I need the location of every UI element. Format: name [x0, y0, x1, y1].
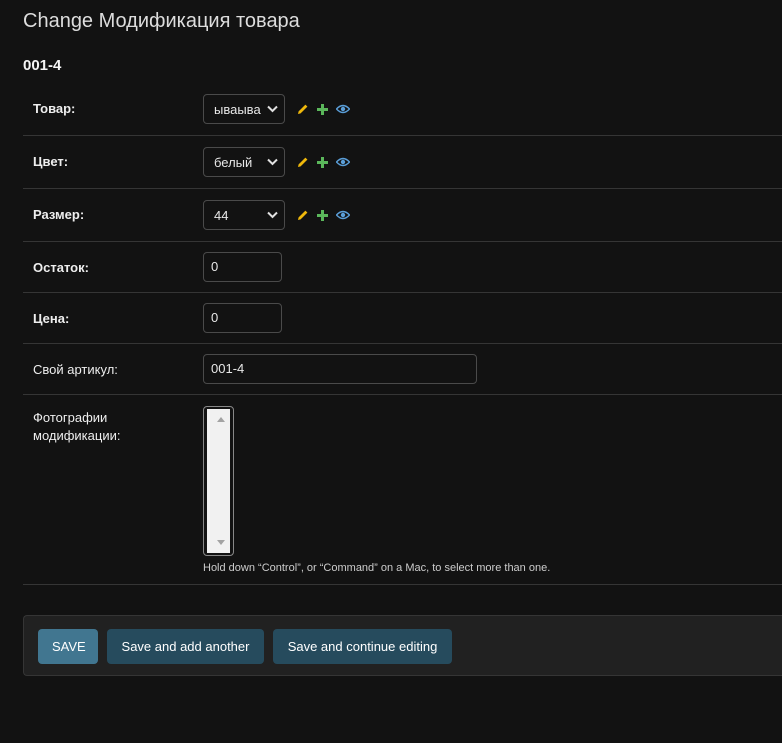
plus-icon[interactable] [317, 103, 328, 115]
field-row-size: Размер: 44 [23, 189, 782, 242]
chevron-down-icon [267, 158, 278, 166]
listbox-scrollbar[interactable] [207, 409, 230, 553]
article-input[interactable]: 001-4 [203, 354, 477, 384]
product-select-value: ываыва [214, 102, 261, 117]
field-row-photos: Фотографии модификации: Hold down “Contr… [23, 395, 782, 585]
save-button[interactable]: SAVE [38, 629, 98, 664]
price-label: Цена: [33, 311, 70, 326]
pencil-icon[interactable] [297, 156, 309, 168]
size-select[interactable]: 44 [203, 200, 285, 230]
article-label: Свой артикул: [33, 362, 118, 377]
field-row-price: Цена: 0 [23, 293, 782, 344]
product-select[interactable]: ываыва [203, 94, 285, 124]
object-title: 001-4 [23, 57, 62, 74]
photos-multiselect[interactable] [203, 406, 234, 556]
eye-icon[interactable] [336, 104, 350, 114]
scroll-up-arrow-icon[interactable] [217, 417, 225, 422]
page-title: Change Модификация товара [23, 10, 300, 32]
stock-input[interactable]: 0 [203, 252, 282, 282]
pencil-icon[interactable] [297, 103, 309, 115]
plus-icon[interactable] [317, 156, 328, 168]
save-and-add-another-button[interactable]: Save and add another [107, 629, 264, 664]
field-row-product: Товар: ываыва [23, 83, 782, 136]
size-label: Размер: [33, 207, 85, 222]
color-related-links [297, 156, 350, 168]
eye-icon[interactable] [336, 157, 350, 167]
plus-icon[interactable] [317, 209, 328, 221]
photos-help-text: Hold down “Control”, or “Command” on a M… [203, 562, 551, 574]
product-related-links [297, 103, 350, 115]
field-row-article: Свой артикул: 001-4 [23, 344, 782, 395]
field-row-stock: Остаток: 0 [23, 242, 782, 293]
color-select[interactable]: белый [203, 147, 285, 177]
change-form: Товар: ываыва Цвет: белый Размер: 44 Ост… [23, 83, 782, 585]
size-select-value: 44 [214, 208, 229, 223]
pencil-icon[interactable] [297, 209, 309, 221]
chevron-down-icon [267, 211, 278, 219]
stock-label: Остаток: [33, 260, 89, 275]
chevron-down-icon [267, 105, 278, 113]
save-and-continue-button[interactable]: Save and continue editing [273, 629, 452, 664]
submit-row: SAVE Save and add another Save and conti… [23, 615, 782, 676]
field-row-color: Цвет: белый [23, 136, 782, 189]
eye-icon[interactable] [336, 210, 350, 220]
scroll-down-arrow-icon[interactable] [217, 540, 225, 545]
color-label: Цвет: [33, 154, 69, 169]
product-label: Товар: [33, 101, 76, 116]
photos-label: Фотографии модификации: [33, 410, 121, 443]
color-select-value: белый [214, 155, 253, 170]
size-related-links [297, 209, 350, 221]
price-input[interactable]: 0 [203, 303, 282, 333]
